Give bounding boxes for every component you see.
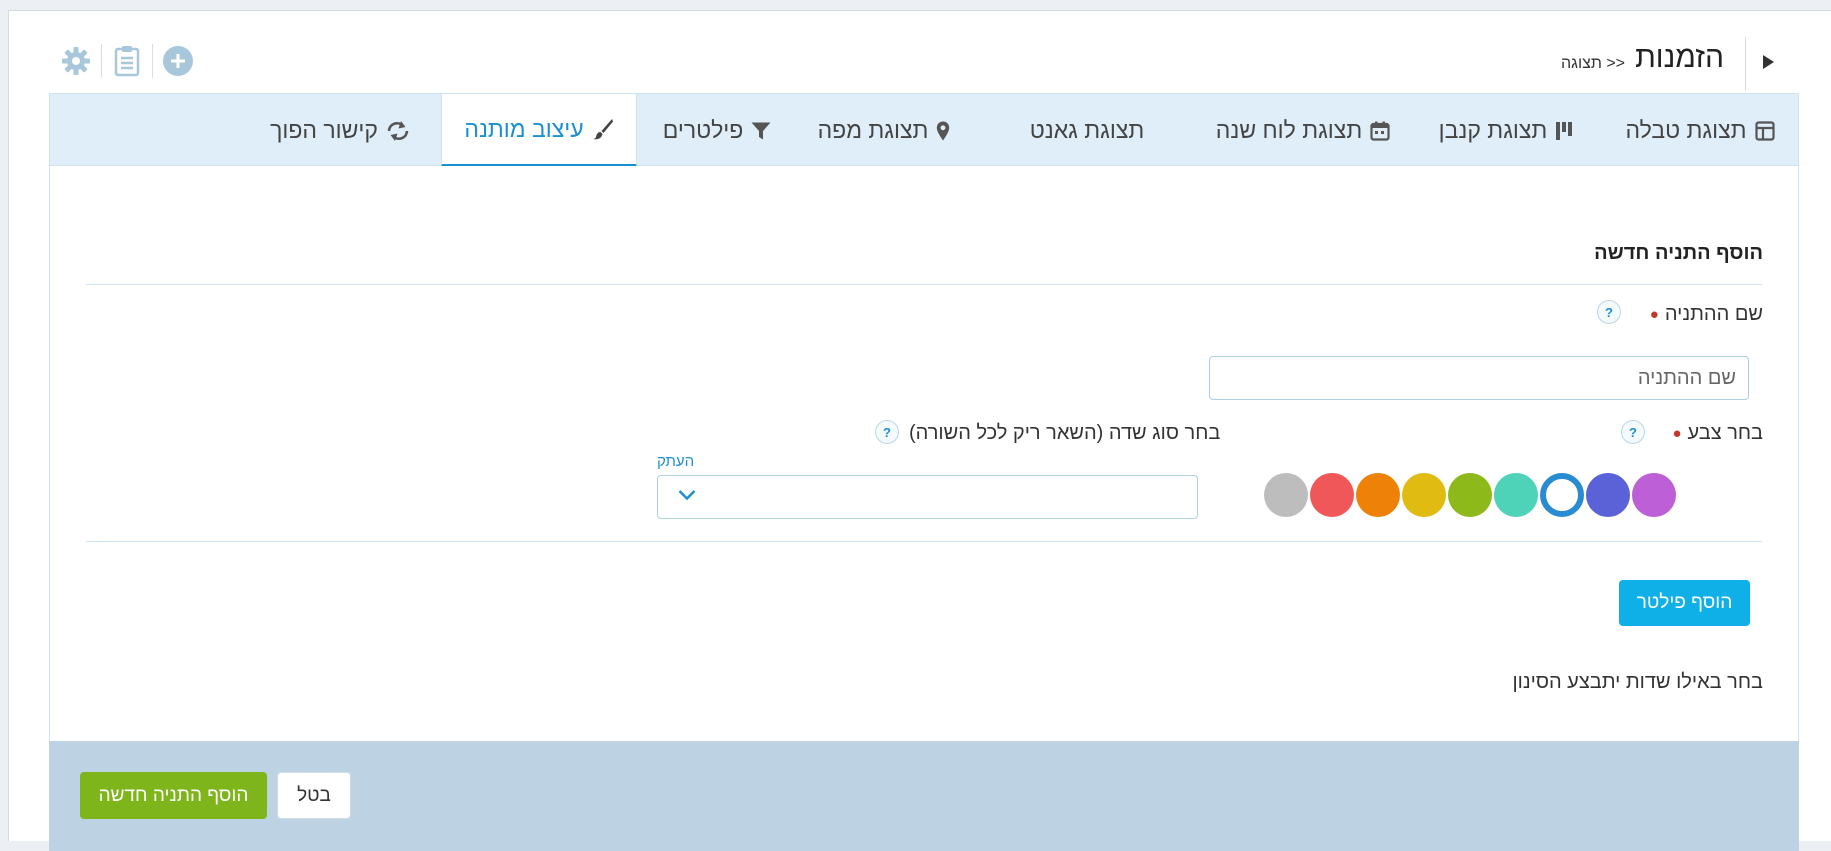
color-label: בחר צבע ● bbox=[1672, 422, 1763, 445]
color-swatch[interactable] bbox=[1402, 473, 1446, 517]
tab-kanban-view[interactable]: תצוגת קנבן bbox=[1424, 94, 1588, 167]
tab-label: פילטרים bbox=[662, 117, 744, 143]
tab-label: קישור הפוך bbox=[270, 117, 378, 143]
color-swatch[interactable] bbox=[1494, 473, 1538, 517]
condition-name-label: שם ההתניה ● bbox=[1650, 303, 1763, 326]
app-window: הזמנות << תצוגה תצוגת טבלה תצוגת קנבן תצ… bbox=[8, 10, 1831, 851]
cancel-button[interactable]: בטל bbox=[277, 772, 351, 819]
page-title: הזמנות bbox=[1635, 41, 1724, 74]
form-footer: הוסף התניה חדשה בטל bbox=[49, 741, 1799, 851]
field-type-label: בחר סוג שדה (השאר ריק לכל השורה) bbox=[909, 422, 1221, 444]
map-pin-icon bbox=[936, 121, 950, 141]
reverse-link-icon bbox=[386, 120, 410, 142]
add-filter-button[interactable]: הוסף פילטר bbox=[1619, 580, 1750, 626]
color-swatch[interactable] bbox=[1586, 473, 1630, 517]
field-type-help-icon[interactable]: ? bbox=[875, 420, 899, 444]
condition-name-input[interactable] bbox=[1209, 356, 1749, 400]
color-swatch[interactable] bbox=[1356, 473, 1400, 517]
tab-calendar-view[interactable]: תצוגת לוח שנה bbox=[1208, 94, 1398, 167]
tab-table-view[interactable]: תצוגת טבלה bbox=[1618, 94, 1782, 167]
tab-gantt-view[interactable]: תצוגת גאנט bbox=[1012, 94, 1162, 167]
divider bbox=[86, 284, 1762, 285]
tab-label: תצוגת קנבן bbox=[1438, 117, 1548, 143]
tab-label: עיצוב מותנה bbox=[464, 115, 584, 142]
breadcrumb[interactable]: << תצוגה bbox=[1561, 55, 1625, 73]
condition-name-label-text: שם ההתניה bbox=[1664, 303, 1763, 325]
brush-icon bbox=[592, 118, 614, 140]
tab-conditional-formatting[interactable]: עיצוב מותנה bbox=[441, 94, 637, 167]
tab-label: תצוגת מפה bbox=[817, 117, 929, 143]
color-swatch[interactable] bbox=[1632, 473, 1676, 517]
tab-reverse-link[interactable]: קישור הפוך bbox=[266, 94, 414, 167]
add-condition-button[interactable]: הוסף התניה חדשה bbox=[80, 772, 267, 819]
settings-icon[interactable] bbox=[57, 41, 95, 81]
tab-label: תצוגת טבלה bbox=[1625, 117, 1747, 143]
condition-name-help-icon[interactable]: ? bbox=[1597, 300, 1621, 324]
add-circle-icon[interactable] bbox=[159, 41, 197, 81]
required-marker: ● bbox=[1649, 306, 1659, 324]
color-swatch[interactable] bbox=[1310, 473, 1354, 517]
view-tabs: תצוגת טבלה תצוגת קנבן תצוגת לוח שנה תצוג… bbox=[49, 93, 1799, 167]
calendar-icon bbox=[1370, 121, 1390, 141]
color-swatch[interactable] bbox=[1448, 473, 1492, 517]
tab-label: תצוגת גאנט bbox=[1029, 117, 1145, 143]
filter-hint: בחר באילו שדות יתבצע הסינון bbox=[1512, 671, 1763, 693]
toggle-arrow-icon[interactable] bbox=[1763, 55, 1774, 69]
tab-filters[interactable]: פילטרים bbox=[654, 94, 780, 167]
field-type-select[interactable] bbox=[657, 475, 1198, 519]
toolbar-divider bbox=[101, 44, 102, 78]
color-swatch[interactable] bbox=[1540, 473, 1584, 517]
color-help-icon[interactable]: ? bbox=[1621, 420, 1645, 444]
color-swatch[interactable] bbox=[1264, 473, 1308, 517]
section-title: הוסף התניה חדשה bbox=[1594, 242, 1763, 264]
conditional-format-form: הוסף התניה חדשה שם ההתניה● ? בחר צבע● ? … bbox=[49, 166, 1799, 741]
chevron-down-icon bbox=[678, 488, 696, 506]
clipboard-icon[interactable] bbox=[108, 41, 146, 81]
header-toolbar bbox=[57, 39, 197, 83]
table-icon bbox=[1754, 120, 1775, 141]
required-marker: ● bbox=[1672, 425, 1682, 443]
kanban-icon bbox=[1555, 121, 1573, 141]
filter-icon bbox=[751, 122, 771, 140]
header-divider bbox=[1745, 37, 1746, 91]
color-picker bbox=[1264, 473, 1750, 519]
color-label-text: בחר צבע bbox=[1687, 422, 1763, 444]
tab-map-view[interactable]: תצוגת מפה bbox=[806, 94, 962, 167]
tab-label: תצוגת לוח שנה bbox=[1215, 117, 1363, 143]
copy-link[interactable]: העתק bbox=[657, 453, 694, 470]
toolbar-divider bbox=[152, 44, 153, 78]
divider bbox=[86, 541, 1762, 542]
